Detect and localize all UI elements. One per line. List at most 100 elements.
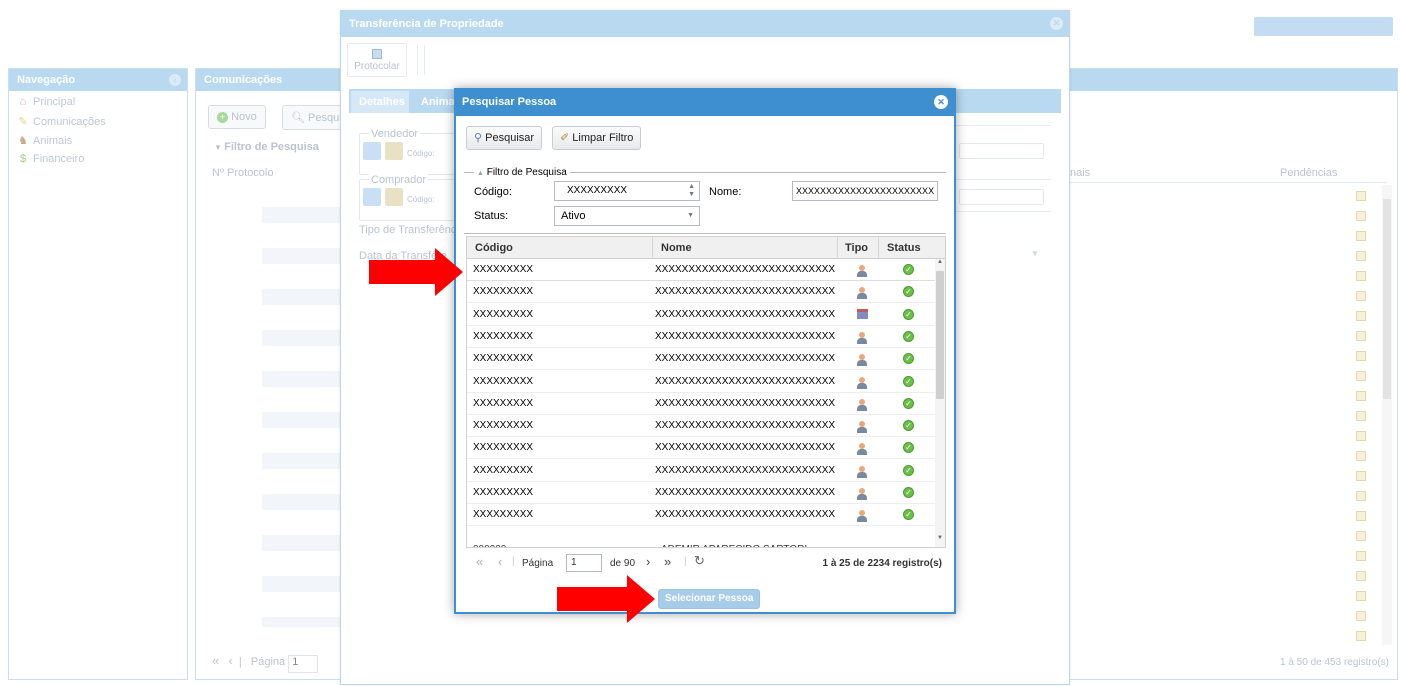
edit-icon[interactable]: [1356, 451, 1366, 461]
tab-detalhes[interactable]: Detalhes: [351, 91, 409, 113]
sidebar-item-financeiro[interactable]: $ Financeiro: [9, 151, 187, 170]
sidebar-item-principal[interactable]: ⌂ Principal: [9, 94, 187, 113]
status-ok-icon: ✓: [903, 375, 914, 387]
table-row[interactable]: XXXXXXXXXXXXXXXXXXXXXXXXXXXXXXXXXXXXXXXX…: [467, 326, 937, 348]
person-icon: [857, 287, 867, 300]
refresh-icon[interactable]: ↻: [694, 553, 705, 569]
edit-icon[interactable]: [1356, 431, 1366, 441]
pesquisar-button[interactable]: 🔍︎ Pesqui: [282, 105, 342, 130]
first-page-icon[interactable]: «: [476, 554, 483, 569]
next-page-icon[interactable]: ›: [646, 554, 650, 569]
status-label: Status:: [474, 210, 509, 222]
person-icon: [857, 398, 867, 411]
transferencia-title-bar: Transferência de Propriedade ✕: [341, 11, 1069, 37]
edit-icon[interactable]: [1356, 331, 1366, 341]
edit-icon[interactable]: [1356, 371, 1366, 381]
sidebar-item-comunicacoes[interactable]: ✎ Comunicações: [9, 113, 187, 132]
grid-pager: « ‹ | Página 1 de 90 › » | ↻ 1 à 25 de 2…: [466, 552, 946, 574]
scroll-up-icon[interactable]: ▲: [937, 259, 943, 265]
edit-icon[interactable]: [1356, 531, 1366, 541]
close-icon[interactable]: ✕: [1050, 17, 1063, 30]
novo-button[interactable]: + Novo: [208, 105, 266, 129]
sidebar-item-animais[interactable]: ♞ Animais: [9, 132, 187, 151]
main-scrollbar-thumb[interactable]: [1383, 199, 1391, 399]
table-row[interactable]: XXXXXXXXXXXXXXXXXXXXXXXXXXXXXXXXXXXXXXXX…: [467, 259, 937, 281]
column-header-tipo[interactable]: Tipo: [845, 237, 868, 259]
codigo-input[interactable]: XXXXXXXXX ▲ ▼: [554, 181, 700, 201]
edit-icon[interactable]: [1356, 311, 1366, 321]
edit-icon[interactable]: [1356, 211, 1366, 221]
person-icon: [857, 465, 867, 478]
table-row[interactable]: 000000 ADEMIR APARECIDO SARTORI: [467, 531, 937, 547]
edit-icon[interactable]: [1356, 411, 1366, 421]
last-page-icon[interactable]: »: [664, 554, 671, 569]
edit-icon[interactable]: [1356, 511, 1366, 521]
table-row[interactable]: XXXXXXXXXXXXXXXXXXXXXXXXXXXXXXXXXXXXXXXX…: [467, 348, 937, 371]
table-row[interactable]: XXXXXXXXXXXXXXXXXXXXXXXXXXXXXXXXXXXXXXXX…: [467, 371, 937, 393]
status-select[interactable]: Ativo ▼: [554, 206, 700, 226]
edit-icon[interactable]: [1356, 231, 1366, 241]
spinner-icon[interactable]: ▲ ▼: [688, 183, 695, 199]
table-row[interactable]: XXXXXXXXXXXXXXXXXXXXXXXXXXXXXXXXXXXXXXXX…: [467, 437, 937, 460]
selecionar-pessoa-button[interactable]: Selecionar Pessoa: [658, 589, 761, 609]
edit-icon[interactable]: [1356, 391, 1366, 401]
edit-icon[interactable]: [1356, 191, 1366, 201]
column-header-status[interactable]: Status: [887, 237, 921, 259]
scroll-down-icon[interactable]: ▼: [937, 535, 943, 541]
edit-icon[interactable]: [1356, 611, 1366, 621]
nome-input[interactable]: XXXXXXXXXXXXXXXXXXXXXXX: [792, 181, 938, 201]
annotation-arrow-to-first-row: [369, 248, 463, 296]
column-header-codigo[interactable]: Código: [475, 237, 513, 259]
edit-icon[interactable]: [1356, 291, 1366, 301]
pesquisar-pessoa-title-bar: Pesquisar Pessoa ✕: [456, 90, 954, 116]
cell-codigo: XXXXXXXXX: [473, 442, 534, 454]
column-header-nome[interactable]: Nome: [661, 237, 692, 259]
edit-icon[interactable]: [1356, 271, 1366, 281]
status-ok-icon: ✓: [903, 420, 914, 432]
collapse-icon[interactable]: ‹: [169, 74, 181, 86]
person-icon: [857, 265, 867, 277]
limpar-filtro-button[interactable]: ✐ Limpar Filtro: [552, 126, 642, 150]
status-ok-icon: ✓: [903, 353, 914, 365]
comprador-nome-field[interactable]: [959, 189, 1044, 205]
main-scrollbar[interactable]: [1382, 185, 1392, 645]
pesquisar-button[interactable]: ⚲ Pesquisar: [466, 126, 543, 150]
table-row[interactable]: XXXXXXXXXXXXXXXXXXXXXXXXXXXXXXXXXXXXXXXX…: [467, 460, 937, 482]
prev-page-icon[interactable]: ‹: [498, 554, 502, 569]
edit-icon[interactable]: [1356, 551, 1366, 561]
comprador-clear-icon[interactable]: [385, 188, 403, 206]
page-number-input[interactable]: 1: [566, 554, 602, 572]
edit-icon[interactable]: [1356, 251, 1366, 261]
top-right-ghost-button[interactable]: [1254, 17, 1393, 36]
comprador-search-icon[interactable]: [363, 188, 381, 206]
search-icon: 🔍︎: [291, 112, 305, 124]
vendedor-nome-field[interactable]: [959, 143, 1044, 159]
grid-scrollbar[interactable]: ▲ ▼: [935, 259, 945, 547]
table-row[interactable]: XXXXXXXXXXXXXXXXXXXXXXXXXXXXXXXXXXXXXXXX…: [467, 504, 937, 527]
close-icon[interactable]: ✕: [934, 95, 948, 109]
vendedor-search-icon[interactable]: [363, 142, 381, 160]
tipo-transferencia-select-arrow[interactable]: ▼: [1031, 249, 1039, 258]
column-header-protocolo[interactable]: Nº Protocolo: [212, 167, 274, 179]
prev-page-icon[interactable]: ‹: [228, 653, 232, 668]
pager-separator: |: [512, 556, 515, 567]
main-page-input[interactable]: 1: [288, 655, 319, 673]
edit-icon[interactable]: [1356, 631, 1366, 641]
edit-icon[interactable]: [1356, 351, 1366, 361]
pager-label: Página: [522, 558, 554, 569]
table-row[interactable]: XXXXXXXXXXXXXXXXXXXXXXXXXXXXXXXXXXXXXXXX…: [467, 393, 937, 415]
first-page-icon[interactable]: «: [212, 653, 219, 668]
table-row[interactable]: XXXXXXXXXXXXXXXXXXXXXXXXXXXXXXXXXXXXXXXX…: [467, 281, 937, 304]
filtro-legend[interactable]: ▲ Filtro de Pesquisa: [474, 167, 570, 178]
status-ok-icon: ✓: [903, 464, 914, 476]
table-row[interactable]: XXXXXXXXXXXXXXXXXXXXXXXXXXXXXXXXXXXXXXXX…: [467, 482, 937, 504]
edit-icon[interactable]: [1356, 491, 1366, 501]
table-row[interactable]: XXXXXXXXXXXXXXXXXXXXXXXXXXXXXXXXXXXXXXXX…: [467, 415, 937, 438]
grid-scrollbar-thumb[interactable]: [936, 271, 944, 399]
table-row[interactable]: XXXXXXXXXXXXXXXXXXXXXXXXXXXXXXXXXXXXXXXX…: [467, 304, 937, 326]
edit-icon[interactable]: [1356, 571, 1366, 581]
vendedor-clear-icon[interactable]: [385, 142, 403, 160]
edit-icon[interactable]: [1356, 591, 1366, 601]
protocolar-button[interactable]: Protocolar: [347, 43, 407, 77]
edit-icon[interactable]: [1356, 471, 1366, 481]
